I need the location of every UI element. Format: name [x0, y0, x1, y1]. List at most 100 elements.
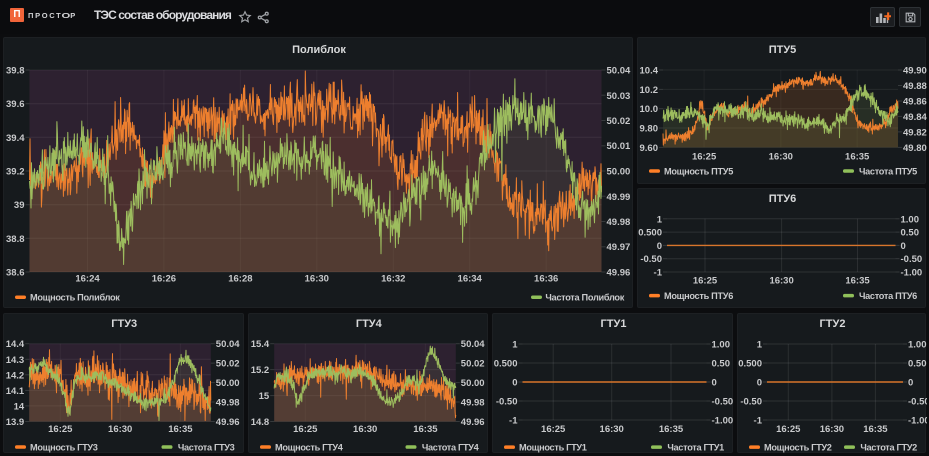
svg-text:Частота ПТУ6: Частота ПТУ6	[859, 291, 917, 301]
svg-text:Мощность ГТУ3: Мощность ГТУ3	[30, 442, 98, 452]
svg-text:39.2: 39.2	[6, 167, 25, 178]
svg-text:39: 39	[14, 200, 25, 211]
svg-text:-0.50: -0.50	[495, 397, 517, 408]
svg-text:49.96: 49.96	[461, 417, 485, 428]
svg-text:38.8: 38.8	[6, 234, 25, 245]
svg-text:ГТУ1: ГТУ1	[600, 318, 626, 330]
svg-text:49.88: 49.88	[903, 81, 927, 92]
svg-text:16:30: 16:30	[599, 424, 623, 435]
svg-text:0: 0	[901, 241, 906, 252]
svg-text:Мощность ПТУ5: Мощность ПТУ5	[664, 166, 733, 176]
svg-text:Мощность ГТУ1: Мощность ГТУ1	[519, 442, 587, 452]
svg-text:49.96: 49.96	[607, 268, 631, 279]
svg-text:ПТУ6: ПТУ6	[769, 193, 797, 205]
svg-text:16:30: 16:30	[305, 274, 329, 285]
svg-text:-0.50: -0.50	[908, 397, 927, 408]
svg-text:14.8: 14.8	[251, 417, 270, 428]
svg-text:50.03: 50.03	[607, 91, 631, 102]
svg-text:49.80: 49.80	[903, 143, 927, 154]
svg-text:16:35: 16:35	[168, 424, 193, 435]
svg-text:-1: -1	[754, 416, 763, 427]
svg-text:39.6: 39.6	[6, 99, 25, 110]
svg-text:16:35: 16:35	[863, 424, 888, 435]
svg-text:16:25: 16:25	[692, 152, 717, 163]
svg-text:16:36: 16:36	[534, 274, 558, 285]
svg-text:14.1: 14.1	[6, 386, 25, 397]
svg-text:0.500: 0.500	[493, 359, 517, 370]
svg-text:16:25: 16:25	[48, 424, 73, 435]
svg-text:16:24: 16:24	[75, 274, 100, 285]
svg-text:Мощность ПТУ6: Мощность ПТУ6	[664, 291, 733, 301]
svg-text:-0.50: -0.50	[640, 254, 662, 265]
svg-text:0: 0	[512, 378, 517, 389]
svg-text:Частота ГТУ3: Частота ГТУ3	[178, 442, 235, 452]
svg-text:50.00: 50.00	[216, 378, 240, 389]
svg-text:16:34: 16:34	[458, 274, 483, 285]
svg-text:-0.50: -0.50	[901, 254, 923, 265]
svg-text:0: 0	[757, 378, 762, 389]
svg-text:16:30: 16:30	[769, 152, 793, 163]
svg-text:1: 1	[757, 340, 763, 351]
svg-text:1.00: 1.00	[901, 214, 920, 225]
svg-text:0: 0	[657, 241, 662, 252]
svg-text:16:35: 16:35	[413, 424, 438, 435]
svg-text:ПТУ5: ПТУ5	[769, 44, 797, 56]
svg-text:39.4: 39.4	[6, 133, 25, 144]
svg-text:ГТУ3: ГТУ3	[111, 318, 137, 330]
svg-text:Частота ПТУ5: Частота ПТУ5	[859, 166, 917, 176]
svg-text:Частота ГТУ4: Частота ГТУ4	[422, 442, 480, 452]
svg-text:-0.50: -0.50	[740, 397, 762, 408]
svg-text:13.9: 13.9	[6, 417, 25, 428]
svg-text:16:30: 16:30	[108, 424, 132, 435]
svg-text:0.50: 0.50	[901, 228, 920, 239]
svg-text:50.02: 50.02	[461, 359, 485, 370]
svg-text:16:30: 16:30	[353, 424, 377, 435]
svg-text:1.00: 1.00	[908, 340, 927, 351]
svg-text:0: 0	[711, 378, 716, 389]
svg-text:16:32: 16:32	[381, 274, 405, 285]
svg-text:16:25: 16:25	[776, 424, 801, 435]
svg-text:49.90: 49.90	[903, 66, 927, 77]
svg-text:Мощность Полиблок: Мощность Полиблок	[30, 293, 120, 303]
svg-text:Частота ГТУ1: Частота ГТУ1	[667, 442, 724, 452]
svg-text:50.00: 50.00	[461, 378, 485, 389]
svg-text:16:35: 16:35	[845, 276, 870, 287]
svg-text:16:26: 16:26	[152, 274, 176, 285]
svg-text:Мощность ГТУ2: Мощность ГТУ2	[764, 442, 832, 452]
svg-text:ГТУ2: ГТУ2	[820, 318, 846, 330]
svg-text:49.84: 49.84	[903, 112, 927, 123]
svg-text:50.04: 50.04	[607, 66, 631, 77]
svg-text:15.4: 15.4	[251, 339, 270, 350]
svg-text:50.00: 50.00	[607, 167, 631, 178]
svg-text:49.86: 49.86	[903, 97, 927, 108]
svg-text:-1.00: -1.00	[711, 416, 733, 427]
svg-text:0.500: 0.500	[738, 359, 762, 370]
svg-text:1: 1	[657, 214, 663, 225]
svg-text:50.02: 50.02	[607, 116, 631, 127]
svg-text:1: 1	[512, 340, 518, 351]
svg-text:14.2: 14.2	[6, 370, 25, 381]
svg-text:16:25: 16:25	[693, 276, 718, 287]
svg-text:50.04: 50.04	[461, 339, 485, 350]
svg-text:49.82: 49.82	[903, 127, 927, 138]
svg-text:16:25: 16:25	[293, 424, 318, 435]
svg-text:49.96: 49.96	[216, 417, 240, 428]
svg-text:-1.00: -1.00	[908, 416, 927, 427]
svg-text:16:30: 16:30	[820, 424, 844, 435]
svg-text:38.6: 38.6	[6, 268, 25, 279]
svg-text:49.98: 49.98	[216, 398, 240, 409]
svg-text:0: 0	[908, 378, 913, 389]
svg-text:16:30: 16:30	[769, 276, 793, 287]
svg-text:49.99: 49.99	[607, 192, 631, 203]
svg-text:9.60: 9.60	[640, 143, 659, 154]
svg-text:50.02: 50.02	[216, 359, 240, 370]
svg-text:16:25: 16:25	[541, 424, 566, 435]
svg-text:14.4: 14.4	[6, 339, 25, 350]
svg-text:Мощность ГТУ4: Мощность ГТУ4	[275, 442, 344, 452]
svg-text:49.98: 49.98	[461, 398, 485, 409]
svg-text:10.2: 10.2	[640, 85, 659, 96]
svg-text:-1.00: -1.00	[901, 268, 923, 279]
svg-text:14: 14	[14, 401, 25, 412]
svg-text:16:35: 16:35	[845, 152, 870, 163]
svg-text:50.01: 50.01	[607, 141, 631, 152]
